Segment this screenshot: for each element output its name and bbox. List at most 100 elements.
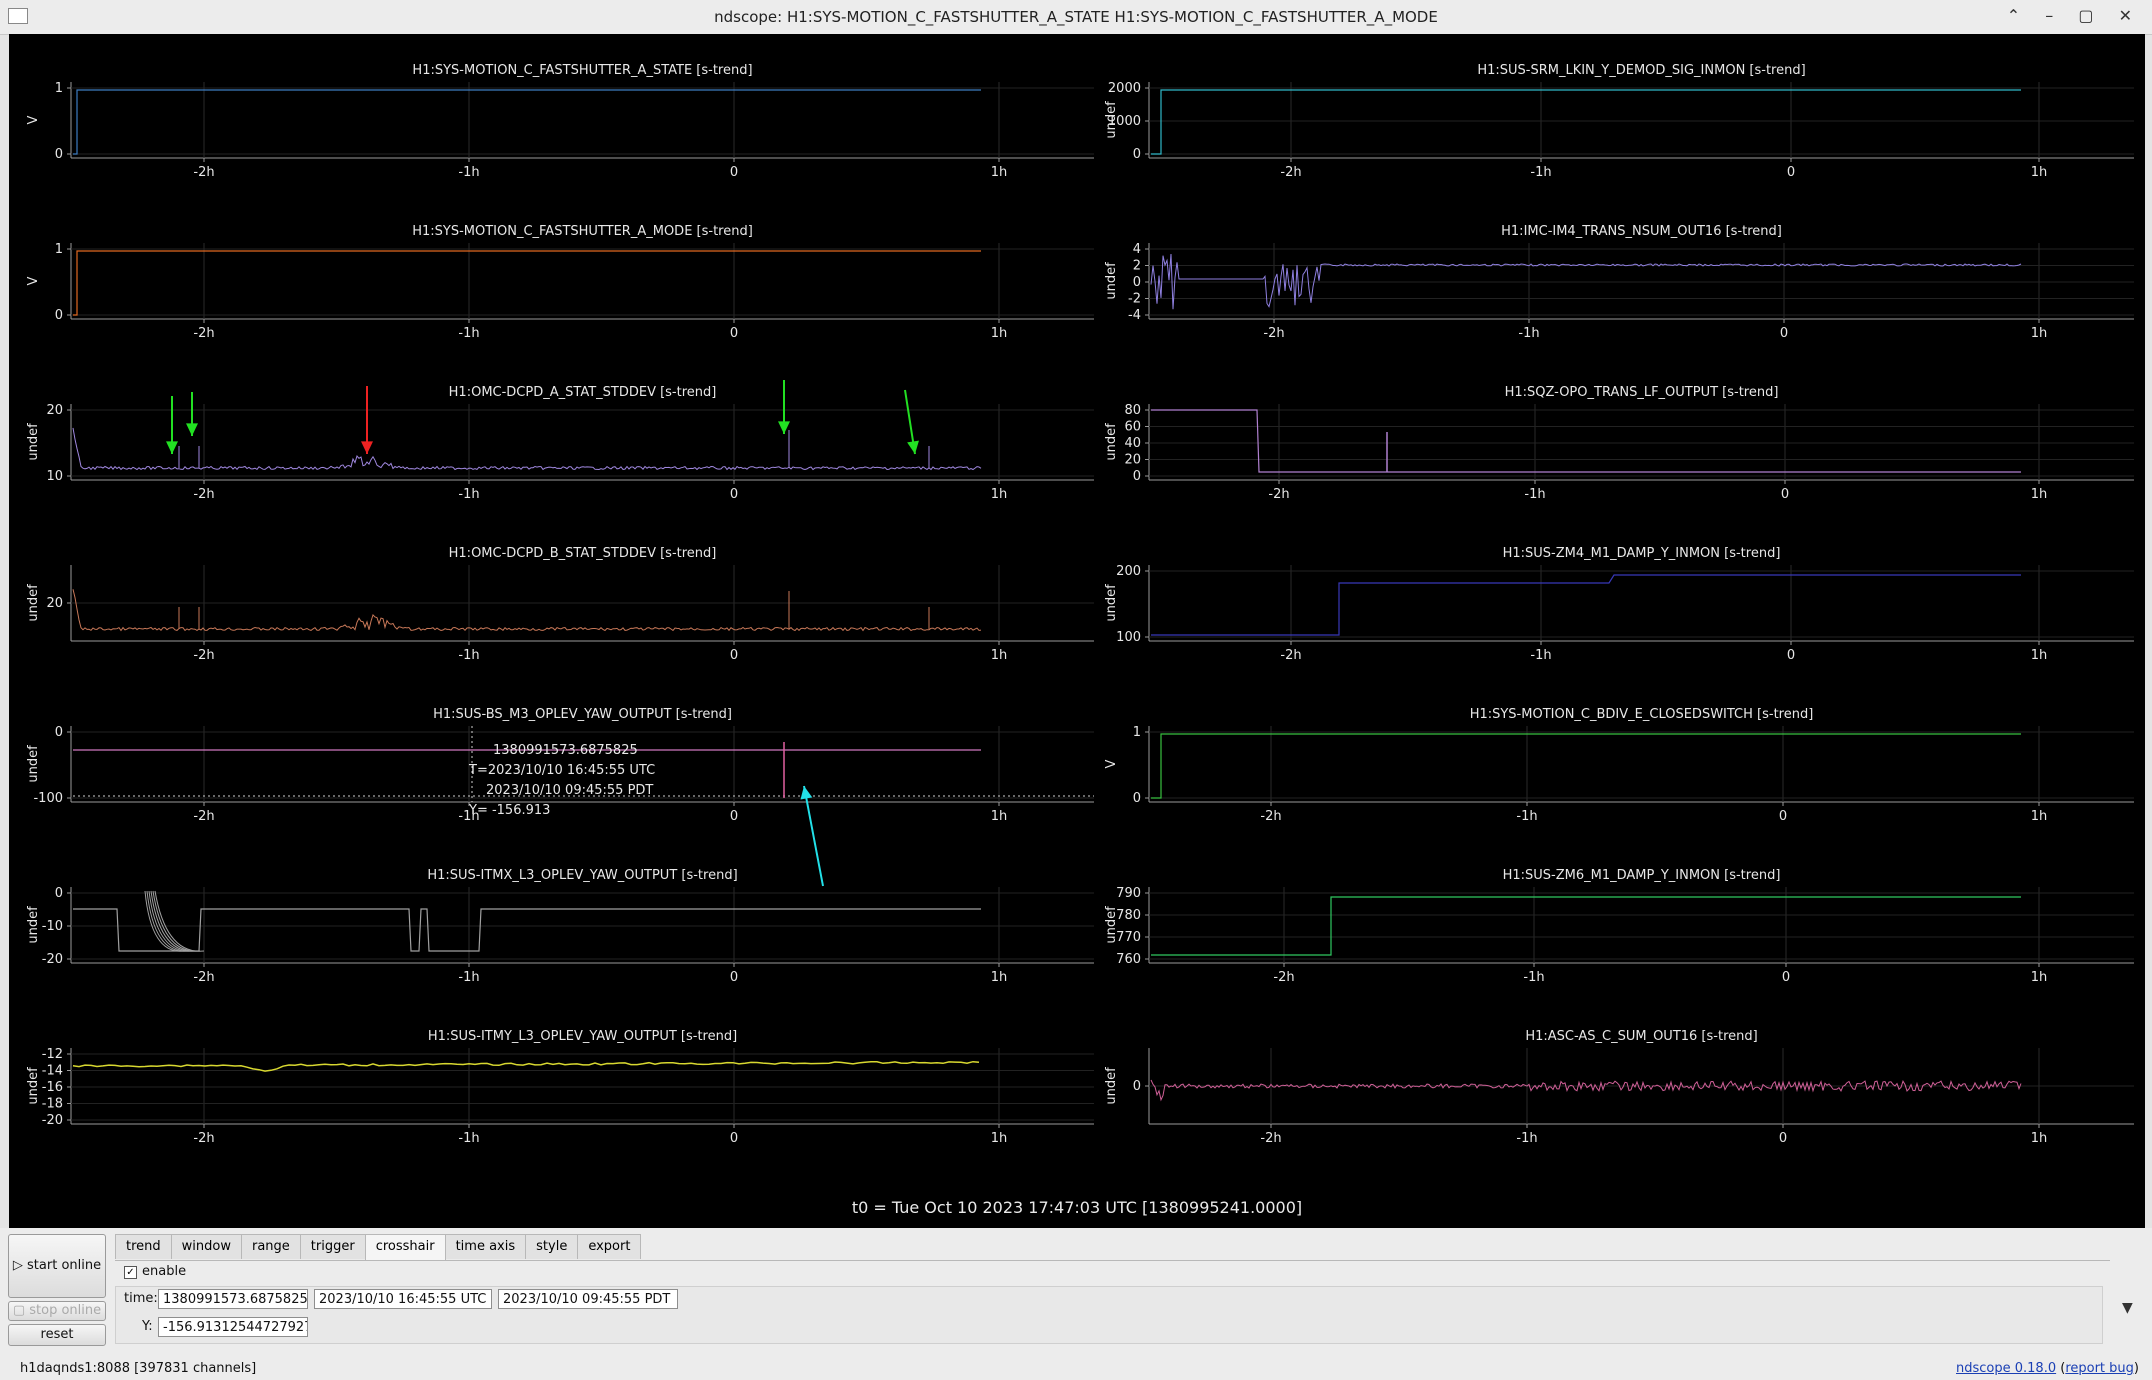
x-tick-label: -2h — [193, 648, 214, 663]
y-tick-label: 790 — [1116, 886, 1141, 901]
stop-icon: ▢ — [12, 1303, 30, 1318]
window-controls: ⌃ – ▢ ✕ — [2007, 6, 2142, 25]
trace — [1151, 574, 2021, 636]
plot-title: H1:SUS-SRM_LKIN_Y_DEMOD_SIG_INMON [s-tre… — [1477, 63, 1805, 78]
y-tick-label: -100 — [33, 791, 63, 806]
x-tick-label: -1h — [1524, 487, 1545, 502]
minimize-icon[interactable]: – — [2045, 6, 2063, 25]
enable-checkbox[interactable]: ✓ — [124, 1266, 137, 1279]
time-utc-field[interactable]: 2023/10/10 16:45:55 UTC — [314, 1289, 492, 1309]
x-tick-label: -1h — [458, 165, 479, 180]
x-tick-label: 1h — [2031, 1131, 2048, 1146]
x-tick-label: -1h — [458, 1131, 479, 1146]
reset-button[interactable]: reset — [8, 1324, 106, 1346]
y-axis-label: undef — [1104, 584, 1119, 622]
x-tick-label: -1h — [1518, 326, 1539, 341]
x-tick-label: -2h — [1280, 165, 1301, 180]
t0-label: t0 = Tue Oct 10 2023 17:47:03 UTC [13809… — [851, 1198, 1303, 1217]
time-pdt-field[interactable]: 2023/10/10 09:45:55 PDT — [498, 1289, 678, 1309]
y-tick-label: 0 — [1133, 469, 1141, 484]
y-axis-label: undef — [26, 745, 41, 783]
tab-crosshair[interactable]: crosshair — [364, 1234, 446, 1261]
y-axis-label: undef — [1104, 1067, 1119, 1105]
trace — [1150, 1079, 2022, 1102]
annotation-arrow-green-head — [907, 440, 919, 454]
annotation-arrow-cyan-head — [800, 786, 813, 800]
y-tick-label: 760 — [1116, 952, 1141, 967]
x-tick-label: 1h — [991, 970, 1008, 985]
server-status: h1daqnds1:8088 [397831 channels] — [20, 1361, 257, 1376]
x-tick-label: 1h — [991, 326, 1008, 341]
tab-time-axis[interactable]: time axis — [444, 1234, 527, 1259]
keep-above-icon[interactable]: ⌃ — [2007, 6, 2030, 25]
x-tick-label: -2h — [1268, 487, 1289, 502]
trace — [73, 908, 981, 952]
y-tick-label: 40 — [1124, 436, 1141, 451]
trace — [73, 250, 981, 316]
x-tick-label: 1h — [2031, 326, 2048, 341]
y-axis-label: V — [26, 115, 41, 124]
stop-online-button[interactable]: ▢ stop online — [8, 1301, 106, 1321]
trace — [73, 89, 981, 155]
tab-trend[interactable]: trend — [115, 1234, 172, 1259]
time-gps-field[interactable]: 1380991573.6875825 — [158, 1289, 308, 1309]
x-tick-label: 0 — [730, 648, 738, 663]
x-tick-label: 0 — [1779, 809, 1787, 824]
y-tick-label: -18 — [42, 1097, 63, 1112]
y-tick-label: -20 — [42, 1113, 63, 1128]
y-tick-label: -20 — [42, 952, 63, 967]
x-tick-label: 0 — [1780, 326, 1788, 341]
version-link[interactable]: ndscope 0.18.0 — [1956, 1361, 2056, 1376]
plot-area[interactable]: H1:SYS-MOTION_C_FASTSHUTTER_A_STATE [s-t… — [9, 34, 2145, 1228]
y-axis-label: undef — [1104, 906, 1119, 944]
y-tick-label: 0 — [55, 308, 63, 323]
x-tick-label: -2h — [1280, 648, 1301, 663]
y-axis-label: undef — [1104, 423, 1119, 461]
plot-title: H1:SUS-ITMX_L3_OPLEV_YAW_OUTPUT [s-trend… — [427, 868, 737, 883]
tab-window[interactable]: window — [170, 1234, 242, 1259]
y-tick-label: 780 — [1116, 908, 1141, 923]
title-bar: ndscope: H1:SYS-MOTION_C_FASTSHUTTER_A_S… — [0, 0, 2152, 35]
x-tick-label: 0 — [1787, 165, 1795, 180]
y-tick-label: 1 — [1133, 725, 1141, 740]
y-tick-label: 0 — [1133, 791, 1141, 806]
x-tick-label: 0 — [730, 326, 738, 341]
tab-export[interactable]: export — [577, 1234, 642, 1259]
annotation-arrow-cyan-shaft — [803, 785, 824, 887]
x-tick-label: -2h — [193, 809, 214, 824]
y-value-field[interactable]: -156.91312544727927 — [158, 1317, 308, 1337]
x-tick-label: -1h — [1530, 648, 1551, 663]
x-tick-label: -2h — [1263, 326, 1284, 341]
y-tick-label: 0 — [1133, 1079, 1141, 1094]
x-tick-label: 1h — [2031, 487, 2048, 502]
annotation-arrow-green-head — [186, 423, 198, 436]
y-tick-label: -4 — [1128, 308, 1141, 323]
y-tick-label: 0 — [55, 147, 63, 162]
plot-grid[interactable]: H1:SYS-MOTION_C_FASTSHUTTER_A_STATE [s-t… — [9, 34, 2145, 1228]
start-online-button[interactable]: ▷ start online — [8, 1234, 106, 1298]
y-tick-label: 2000 — [1108, 81, 1141, 96]
x-tick-label: 1h — [991, 1131, 1008, 1146]
maximize-icon[interactable]: ▢ — [2078, 6, 2103, 25]
tab-range[interactable]: range — [240, 1234, 301, 1259]
tab-trigger[interactable]: trigger — [299, 1234, 366, 1259]
tab-style[interactable]: style — [525, 1234, 579, 1259]
report-bug-link[interactable]: report bug — [2065, 1361, 2134, 1376]
trace — [1151, 409, 2021, 473]
x-tick-label: 1h — [991, 648, 1008, 663]
y-tick-label: 100 — [1116, 630, 1141, 645]
y-axis-label: V — [26, 276, 41, 285]
plot-title: H1:IMC-IM4_TRANS_NSUM_OUT16 [s-trend] — [1501, 224, 1782, 239]
y-tick-label: 0 — [1133, 275, 1141, 290]
collapse-icon[interactable]: ▼ — [2122, 1300, 2133, 1316]
control-bar: ▷ start online ▢ stop online reset trend… — [0, 1228, 2152, 1380]
y-tick-label: 60 — [1124, 420, 1141, 435]
x-tick-label: 0 — [1779, 1131, 1787, 1146]
x-tick-label: -1h — [1523, 970, 1544, 985]
annotation-arrow-green-head — [778, 421, 790, 434]
play-icon: ▷ — [12, 1258, 28, 1273]
x-tick-label: -2h — [193, 326, 214, 341]
trace — [72, 589, 982, 632]
close-icon[interactable]: ✕ — [2119, 6, 2142, 25]
tab-bar: trend window range trigger crosshair time axi… — [115, 1234, 642, 1261]
